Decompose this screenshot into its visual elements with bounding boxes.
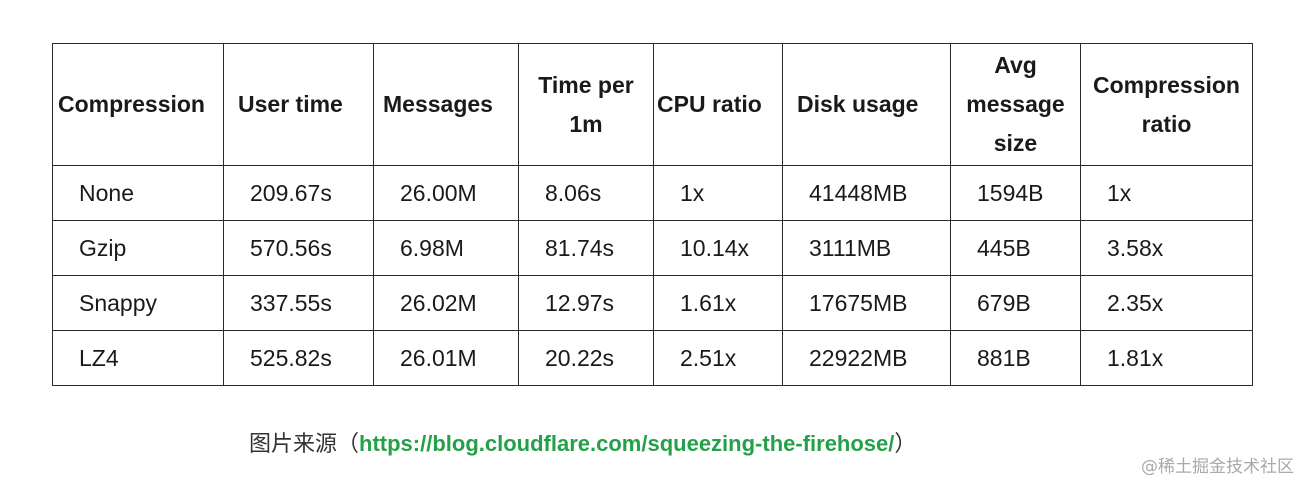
- comparison-table-wrapper: Compression User time Messages Time per …: [52, 43, 1253, 386]
- cell-messages: 26.02M: [373, 275, 519, 331]
- cell-user-time: 525.82s: [223, 330, 374, 386]
- cell-compression: Snappy: [52, 275, 224, 331]
- cell-avg-message-size: 881B: [950, 330, 1081, 386]
- cell-disk-usage: 22922MB: [782, 330, 951, 386]
- cell-compression: Gzip: [52, 220, 224, 276]
- cell-cpu-ratio: 1.61x: [653, 275, 783, 331]
- cell-user-time: 570.56s: [223, 220, 374, 276]
- header-avg-message-size: Avg message size: [950, 43, 1081, 166]
- cell-compression: LZ4: [52, 330, 224, 386]
- table-row-lz4: LZ4 525.82s 26.01M 20.22s 2.51x 22922MB …: [52, 330, 1253, 386]
- header-time-per-1m: Time per 1m: [518, 43, 654, 166]
- cell-time-per-1m: 81.74s: [518, 220, 654, 276]
- caption-suffix: ）: [894, 432, 917, 457]
- table-row-snappy: Snappy 337.55s 26.02M 12.97s 1.61x 17675…: [52, 275, 1253, 331]
- cell-avg-message-size: 445B: [950, 220, 1081, 276]
- header-user-time: User time: [223, 43, 374, 166]
- header-messages: Messages: [373, 43, 519, 166]
- cell-avg-message-size: 679B: [950, 275, 1081, 331]
- cell-time-per-1m: 20.22s: [518, 330, 654, 386]
- caption-prefix: 图片来源（: [249, 432, 360, 457]
- cell-disk-usage: 3111MB: [782, 220, 951, 276]
- table-header-row: Compression User time Messages Time per …: [52, 43, 1253, 166]
- table-row-gzip: Gzip 570.56s 6.98M 81.74s 10.14x 3111MB …: [52, 220, 1253, 276]
- header-compression-ratio: Compression ratio: [1080, 43, 1253, 166]
- cell-compression-ratio: 1.81x: [1080, 330, 1253, 386]
- cell-user-time: 337.55s: [223, 275, 374, 331]
- cell-cpu-ratio: 2.51x: [653, 330, 783, 386]
- header-cpu-ratio: CPU ratio: [653, 43, 783, 166]
- cell-cpu-ratio: 10.14x: [653, 220, 783, 276]
- cell-compression-ratio: 3.58x: [1080, 220, 1253, 276]
- cell-messages: 6.98M: [373, 220, 519, 276]
- image-source-caption: 图片来源（https://blog.cloudflare.com/squeezi…: [249, 426, 916, 458]
- cell-compression-ratio: 2.35x: [1080, 275, 1253, 331]
- cell-user-time: 209.67s: [223, 165, 374, 221]
- cell-messages: 26.00M: [373, 165, 519, 221]
- cell-messages: 26.01M: [373, 330, 519, 386]
- cell-time-per-1m: 12.97s: [518, 275, 654, 331]
- watermark: @稀土掘金技术社区: [1141, 457, 1294, 477]
- cell-time-per-1m: 8.06s: [518, 165, 654, 221]
- cell-disk-usage: 41448MB: [782, 165, 951, 221]
- source-link[interactable]: https://blog.cloudflare.com/squeezing-th…: [359, 431, 894, 456]
- cell-cpu-ratio: 1x: [653, 165, 783, 221]
- cell-compression-ratio: 1x: [1080, 165, 1253, 221]
- compression-comparison-table: Compression User time Messages Time per …: [52, 43, 1253, 386]
- table-row-none: None 209.67s 26.00M 8.06s 1x 41448MB 159…: [52, 165, 1253, 221]
- header-disk-usage: Disk usage: [782, 43, 951, 166]
- cell-compression: None: [52, 165, 224, 221]
- cell-disk-usage: 17675MB: [782, 275, 951, 331]
- cell-avg-message-size: 1594B: [950, 165, 1081, 221]
- header-compression: Compression: [52, 43, 224, 166]
